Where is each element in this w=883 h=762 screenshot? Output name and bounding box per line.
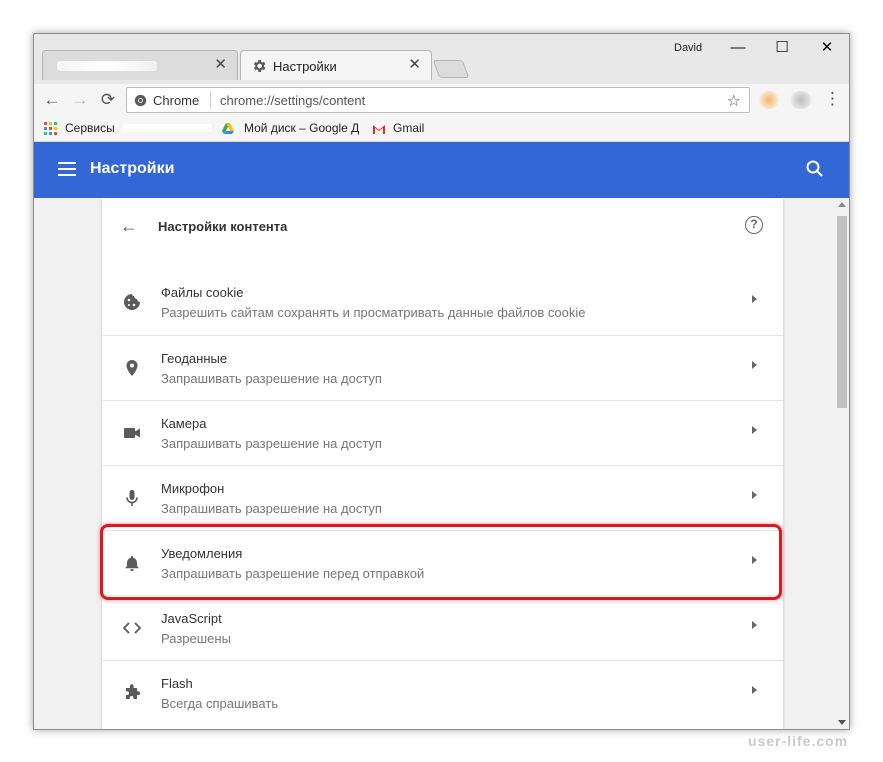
extension-icon[interactable] [790,91,812,109]
setting-row-microphone[interactable]: Микрофон Запрашивать разрешение на досту… [102,465,783,530]
address-bar[interactable]: Chrome chrome://settings/content ☆ [126,87,750,113]
close-window-button[interactable]: ✕ [815,38,839,58]
tab-close-button[interactable]: ✕ [214,57,227,73]
camera-icon [124,428,140,438]
url-text[interactable]: chrome://settings/content [220,93,365,108]
bookmarks-bar: Сервисы Мой диск – Google Д Gmail [34,116,849,142]
gmail-icon [373,125,385,134]
help-icon[interactable]: ? [745,216,763,234]
setting-subtitle: Разрешить сайтам сохранять и просматрива… [161,305,586,320]
setting-row-notifications[interactable]: Уведомления Запрашивать разрешение перед… [102,530,783,595]
setting-title: JavaScript [161,611,222,626]
card-header: ← Настройки контента ? [102,198,783,258]
bookmark-google-drive[interactable]: Мой диск – Google Д [244,121,359,135]
setting-row-cookies[interactable]: Файлы cookie Разрешить сайтам сохранять … [102,270,783,335]
content-settings-card: ← Настройки контента ? Файлы cookie Разр… [102,198,783,729]
setting-title: Flash [161,676,193,691]
bell-icon [125,556,139,572]
address-separator [210,92,211,109]
forward-button[interactable]: → [70,90,90,110]
google-drive-icon [222,123,234,134]
tab-settings[interactable]: Настройки ✕ [240,50,432,80]
chevron-right-icon [752,621,757,629]
setting-title: Файлы cookie [161,285,244,300]
new-tab-button[interactable] [432,60,470,78]
setting-title: Уведомления [161,546,243,561]
card-title: Настройки контента [158,219,288,234]
chrome-icon [134,94,147,107]
setting-row-javascript[interactable]: JavaScript Разрешены [102,595,783,660]
page-title: Настройки [90,160,175,177]
chevron-right-icon [752,426,757,434]
setting-title: Геоданные [161,351,228,366]
setting-row-flash[interactable]: Flash Всегда спрашивать [102,660,783,725]
setting-subtitle: Запрашивать разрешение на доступ [161,371,382,386]
back-button[interactable]: ← [42,90,62,110]
setting-row-camera[interactable]: Камера Запрашивать разрешение на доступ [102,400,783,465]
location-pin-icon [126,360,138,376]
browser-toolbar: ← → ⟳ Chrome chrome://settings/content ☆… [34,84,849,116]
settings-header: Настройки [34,142,849,198]
scroll-down-arrow[interactable] [838,720,846,725]
minimize-button[interactable]: — [726,38,750,58]
gear-icon [253,60,266,72]
chevron-right-icon [752,295,757,303]
setting-subtitle: Всегда спрашивать [161,696,279,711]
tab-close-button[interactable]: ✕ [408,57,421,73]
apps-icon [44,122,57,135]
settings-content: ← Настройки контента ? Файлы cookie Разр… [34,198,834,729]
scroll-thumb[interactable] [837,216,847,408]
code-icon [122,622,142,634]
tab-bar: ✕ Настройки ✕ David — ☐ ✕ [34,34,849,84]
chevron-right-icon [752,361,757,369]
extension-icon[interactable] [758,91,780,109]
reload-button[interactable]: ⟳ [98,90,118,110]
chevron-right-icon [752,491,757,499]
search-icon[interactable] [805,159,825,179]
profile-name[interactable]: David [674,42,702,54]
maximize-button[interactable]: ☐ [770,38,794,58]
chevron-right-icon [752,686,757,694]
hamburger-menu-icon[interactable] [58,162,76,176]
site-name: Chrome [153,93,200,108]
setting-subtitle: Запрашивать разрешение перед отправкой [161,566,425,581]
chevron-right-icon [752,556,757,564]
cookie-icon [124,294,140,310]
setting-subtitle: Запрашивать разрешение на доступ [161,436,382,451]
back-arrow-icon[interactable]: ← [120,216,138,237]
puzzle-piece-icon [126,684,140,699]
setting-title: Камера [161,416,207,431]
microphone-icon [126,490,138,506]
bookmark-gmail[interactable]: Gmail [393,121,424,135]
setting-title: Микрофон [161,481,225,496]
chrome-menu-button[interactable]: ⋮ [824,89,841,109]
tab-blurred[interactable]: ✕ [42,50,238,80]
setting-subtitle: Запрашивать разрешение на доступ [161,501,382,516]
tab-title: Настройки [273,59,337,74]
bookmark-blurred [122,124,212,132]
browser-window: ✕ Настройки ✕ David — ☐ ✕ ← → ⟳ Chrome c… [33,33,850,730]
bookmark-star-icon[interactable]: ☆ [727,91,741,111]
watermark: user-life.com [748,733,849,749]
scrollbar[interactable] [834,198,849,729]
scroll-up-arrow[interactable] [838,202,846,207]
setting-subtitle: Разрешены [161,631,231,646]
tab-title-blurred [57,61,157,71]
setting-row-location[interactable]: Геоданные Запрашивать разрешение на дост… [102,335,783,400]
bookmark-services[interactable]: Сервисы [65,121,115,135]
